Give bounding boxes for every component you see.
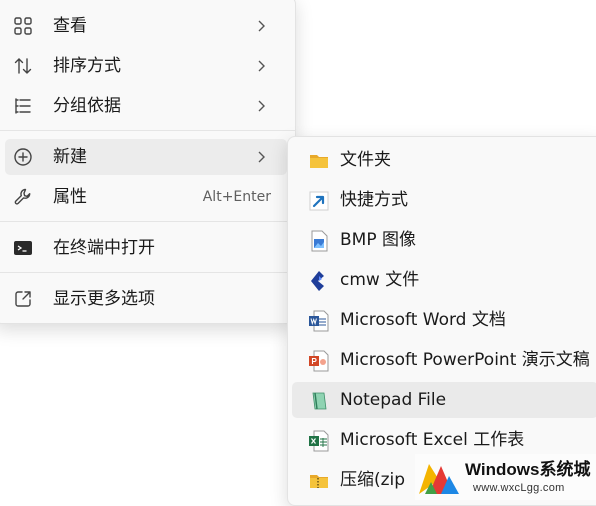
new-submenu: 文件夹 快捷方式 BMP 图像 cmw 文件 Microsoft Word 文档… — [287, 136, 596, 506]
new-folder-item[interactable]: 文件夹 — [292, 142, 596, 178]
submenu-item-label: cmw 文件 — [340, 270, 420, 290]
sort-arrows-icon — [13, 56, 33, 76]
new-excel-item[interactable]: Microsoft Excel 工作表 — [292, 422, 596, 458]
zip-folder-icon — [308, 470, 330, 492]
terminal-icon — [13, 238, 33, 258]
new-cmw-file-item[interactable]: cmw 文件 — [292, 262, 596, 298]
chevron-right-icon — [251, 147, 271, 167]
menu-item-view[interactable]: 查看 — [5, 8, 287, 44]
folder-icon — [308, 150, 330, 172]
submenu-item-label: Notepad File — [340, 390, 447, 410]
submenu-item-label: 压缩(zip — [340, 470, 406, 490]
menu-item-show-more-options[interactable]: 显示更多选项 — [5, 281, 287, 317]
group-list-icon — [13, 96, 33, 116]
context-menu: 查看 排序方式 分组依据 新建 属性 Alt+Enter 在终端中打开 显示更多… — [0, 0, 296, 324]
cmw-file-icon — [308, 270, 330, 292]
menu-separator — [0, 130, 295, 131]
notepad-icon — [308, 390, 330, 412]
menu-item-label: 分组依据 — [53, 96, 121, 116]
word-doc-icon — [308, 310, 330, 332]
view-grid-icon — [13, 16, 33, 36]
new-notepad-file-item[interactable]: Notepad File — [292, 382, 596, 418]
new-shortcut-item[interactable]: 快捷方式 — [292, 182, 596, 218]
wrench-icon — [13, 187, 33, 207]
new-powerpoint-item[interactable]: Microsoft PowerPoint 演示文稿 — [292, 342, 596, 378]
new-plus-circle-icon — [13, 147, 33, 167]
menu-item-label: 排序方式 — [53, 56, 121, 76]
menu-separator — [0, 272, 295, 273]
menu-item-label: 在终端中打开 — [53, 238, 155, 258]
submenu-item-label: Microsoft PowerPoint 演示文稿 — [340, 350, 590, 370]
menu-item-open-in-terminal[interactable]: 在终端中打开 — [5, 230, 287, 266]
excel-icon — [308, 430, 330, 452]
submenu-item-label: Microsoft Excel 工作表 — [340, 430, 525, 450]
submenu-item-label: BMP 图像 — [340, 230, 416, 250]
menu-item-label: 查看 — [53, 16, 87, 36]
menu-item-new[interactable]: 新建 — [5, 139, 287, 175]
submenu-item-label: 快捷方式 — [340, 190, 408, 210]
submenu-item-label: 文件夹 — [340, 150, 391, 170]
watermark-url: www.wxcLgg.com — [473, 482, 565, 494]
new-word-doc-item[interactable]: Microsoft Word 文档 — [292, 302, 596, 338]
show-more-options-icon — [13, 289, 33, 309]
watermark: Windows系统城 www.wxcLgg.com — [415, 454, 596, 500]
menu-separator — [0, 221, 295, 222]
bmp-image-icon — [308, 230, 330, 252]
chevron-right-icon — [251, 56, 271, 76]
chevron-right-icon — [251, 16, 271, 36]
menu-item-properties[interactable]: 属性 Alt+Enter — [5, 179, 287, 215]
submenu-item-label: Microsoft Word 文档 — [340, 310, 506, 330]
menu-item-label: 显示更多选项 — [53, 289, 155, 309]
powerpoint-icon — [308, 350, 330, 372]
menu-item-group-by[interactable]: 分组依据 — [5, 88, 287, 124]
menu-item-label: 属性 — [53, 187, 87, 207]
menu-item-label: 新建 — [53, 147, 87, 167]
shortcut-hint: Alt+Enter — [202, 189, 271, 205]
new-bmp-image-item[interactable]: BMP 图像 — [292, 222, 596, 258]
chevron-right-icon — [251, 96, 271, 116]
watermark-title: Windows系统城 — [465, 460, 591, 479]
shortcut-arrow-icon — [308, 190, 330, 212]
windows-logo-icon — [415, 458, 463, 496]
menu-item-sort-by[interactable]: 排序方式 — [5, 48, 287, 84]
